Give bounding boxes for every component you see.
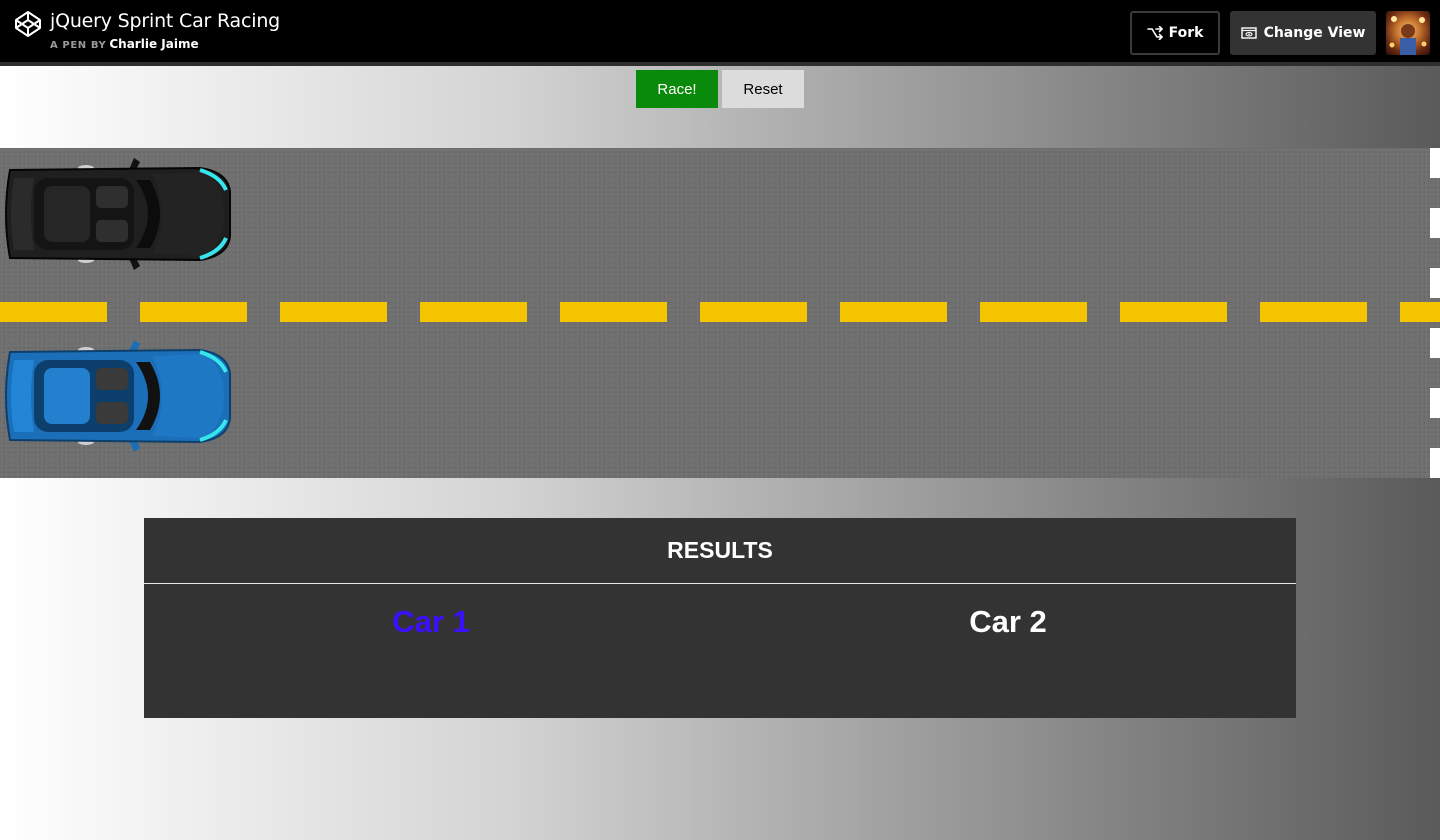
result-car-1: Car 1 [392,604,470,639]
fork-icon [1146,26,1163,40]
change-view-button[interactable]: Change View [1230,11,1376,55]
author-link[interactable]: Charlie Jaime [109,37,198,51]
byline-prefix: A PEN BY [50,40,107,51]
change-view-icon [1240,27,1257,39]
avatar-image [1389,16,1427,55]
car-1 [5,158,231,270]
codepen-header: jQuery Sprint Car Racing A PEN BY Charlie… [0,0,1440,66]
pen-title[interactable]: jQuery Sprint Car Racing [50,10,280,32]
user-avatar[interactable] [1386,11,1430,55]
lane-divider [0,302,1440,322]
race-track [0,148,1440,478]
finish-line [1430,148,1440,478]
fork-label: Fork [1168,25,1204,41]
car-2 [5,340,231,452]
change-view-label: Change View [1263,25,1366,41]
results-panel: RESULTS Car 1 Car 2 [144,518,1296,718]
codepen-logo-icon[interactable] [14,10,42,38]
result-car-2: Car 2 [969,604,1047,639]
reset-button[interactable]: Reset [722,70,804,108]
race-button[interactable]: Race! [636,70,718,108]
fork-button[interactable]: Fork [1130,11,1220,55]
pen-byline: A PEN BY Charlie Jaime [50,37,199,51]
results-title: RESULTS [144,518,1296,584]
